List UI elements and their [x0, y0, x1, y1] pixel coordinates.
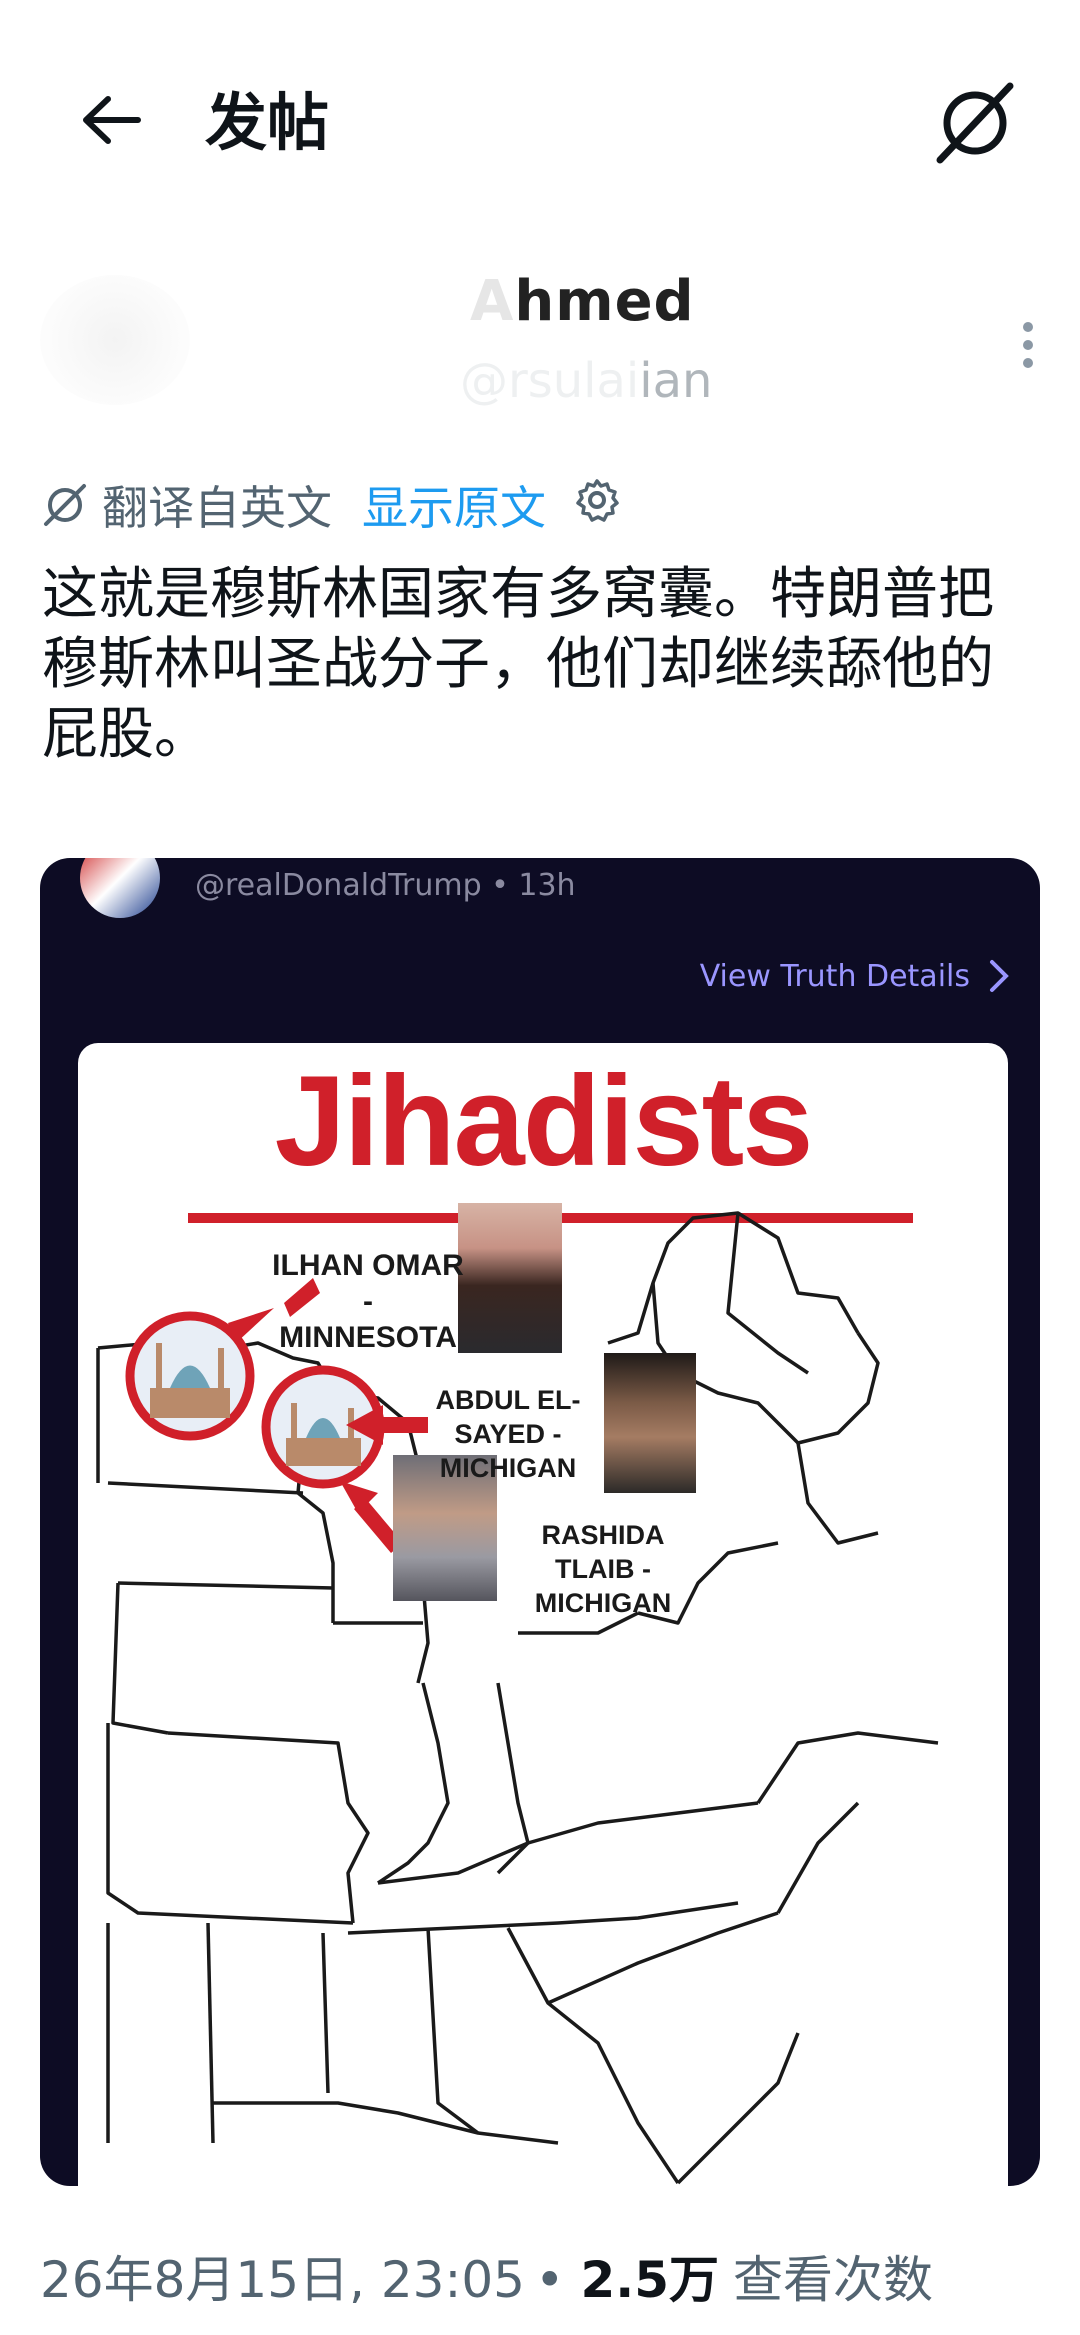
translate-icon — [44, 484, 86, 526]
post-date: 26年8月15日, 23:05 — [40, 2251, 525, 2309]
translation-settings-button[interactable] — [574, 477, 620, 534]
show-original-link[interactable]: 显示原文 — [362, 472, 546, 538]
author-row[interactable]: Ahmed @rsulaiian — [40, 265, 1040, 415]
label-ilhan-omar: ILHAN OMAR - MINNESOTA — [272, 1249, 464, 1354]
meta-separator: • — [534, 2251, 565, 2309]
arrow-left-icon — [83, 96, 141, 144]
label-abdul-el-sayed: ABDUL EL-SAYED - MICHIGAN — [435, 1385, 581, 1483]
top-bar: 发帖 — [0, 0, 1080, 230]
translation-label: 翻译自英文 — [102, 481, 332, 535]
view-truth-details-label: View Truth Details — [699, 958, 970, 994]
more-vertical-icon — [1023, 322, 1033, 368]
truth-username: @realDonaldTrump • 13h — [195, 868, 576, 903]
truth-header: @realDonaldTrump • 13h View Truth Detail… — [40, 858, 1040, 1023]
author-name[interactable]: Ahmed — [470, 269, 695, 334]
post-text: 这就是穆斯林国家有多窝囊。特朗普把穆斯林叫圣战分子，他们却继续舔他的屁股。 — [42, 562, 994, 767]
back-button[interactable] — [70, 80, 150, 160]
avatar[interactable] — [40, 275, 190, 405]
views-label[interactable]: 查看次数 — [733, 2240, 933, 2312]
jihadists-graphic: Jihadists ILHAN OMAR - MINNESOTA ABDUL E… — [78, 1043, 1008, 2186]
author-handle: @rsulaiian — [460, 353, 713, 409]
views-count[interactable]: 2.5万 — [580, 2240, 719, 2312]
label-rashida-tlaib: RASHIDA TLAIB - MICHIGAN — [534, 1520, 672, 1618]
grok-button[interactable] — [930, 78, 1020, 168]
translation-row: 翻译自英文 显示原文 — [42, 470, 620, 540]
truth-avatar — [80, 858, 160, 918]
post-meta-row: 26年8月15日, 23:05 • 2.5万 查看次数 — [40, 2240, 933, 2312]
view-truth-details-link: View Truth Details — [700, 958, 1010, 994]
ilhan-omar-photo — [458, 1203, 562, 1353]
abdul-el-sayed-photo — [604, 1353, 696, 1493]
more-button[interactable] — [1008, 315, 1048, 375]
gear-icon — [576, 478, 619, 522]
grok-icon — [936, 82, 1014, 164]
page-title: 发帖 — [205, 86, 330, 159]
post-media-image[interactable]: @realDonaldTrump • 13h View Truth Detail… — [40, 858, 1040, 2186]
chevron-right-icon — [990, 960, 1009, 992]
